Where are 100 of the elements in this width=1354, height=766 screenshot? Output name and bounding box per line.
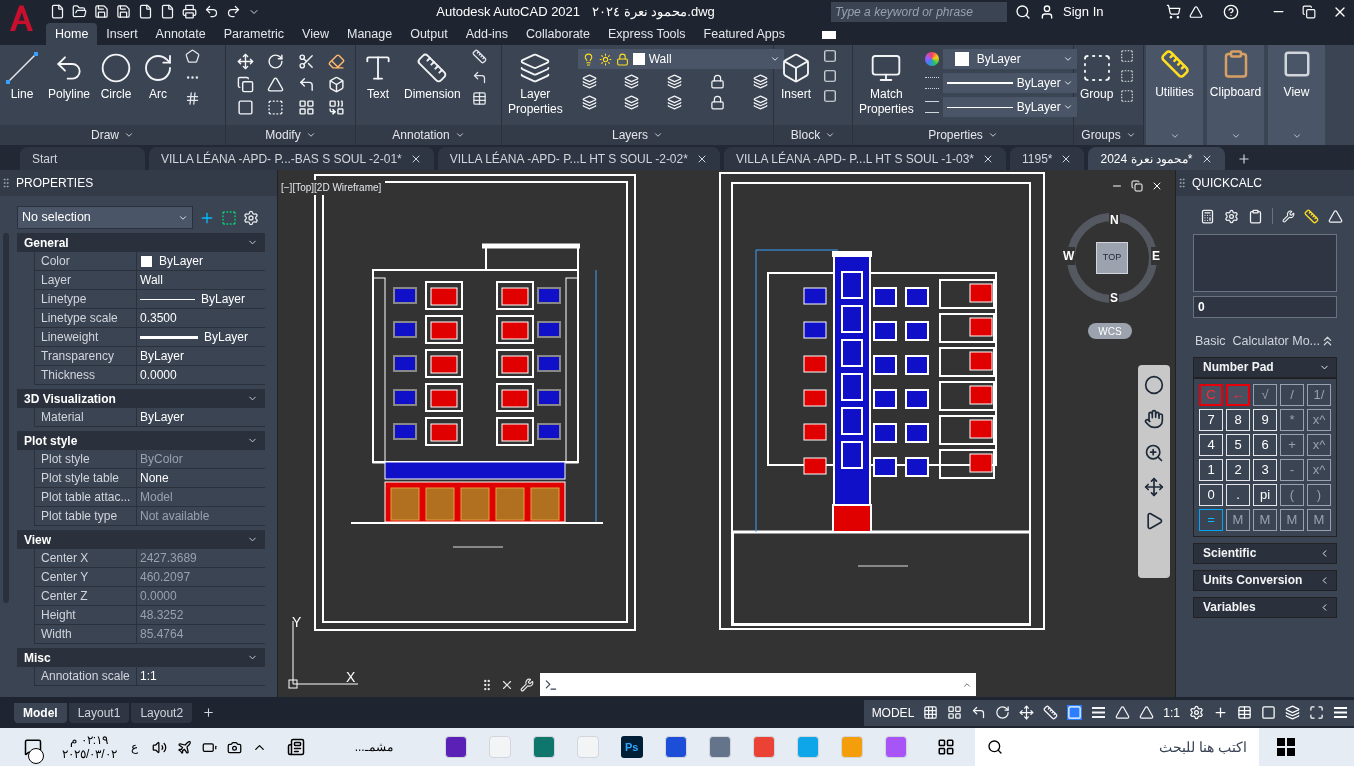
calculator-key[interactable]: + xyxy=(1280,433,1304,456)
panel-toggle-icon[interactable] xyxy=(821,31,836,39)
airplane-icon[interactable] xyxy=(176,739,192,755)
section-header[interactable]: Scientific xyxy=(1193,542,1337,564)
panel-title-button[interactable]: Modify xyxy=(226,125,355,145)
document-tab[interactable]: 1195* xyxy=(1010,147,1085,170)
calculator-key[interactable]: 5 xyxy=(1226,433,1250,456)
trim-icon[interactable] xyxy=(297,53,315,70)
linear-dimension-icon[interactable] xyxy=(471,49,487,64)
table-icon[interactable] xyxy=(471,91,487,106)
calculator-key[interactable]: x^ xyxy=(1307,458,1331,481)
property-dropdown[interactable]: ByLayer xyxy=(942,73,1077,93)
calculator-key[interactable]: 1/ xyxy=(1307,383,1331,406)
ribbon-tool-button[interactable]: Text xyxy=(359,49,397,102)
ribbon-tool-button[interactable]: Dimension xyxy=(401,49,464,102)
calculator-key[interactable]: 0 xyxy=(1199,483,1223,506)
collapsed-panel-button[interactable]: Clipboard xyxy=(1207,45,1264,145)
input-field[interactable]: 0 xyxy=(1193,296,1337,318)
ribbon-tab[interactable]: Output xyxy=(401,23,457,45)
quick-select-icon[interactable] xyxy=(243,209,259,226)
ribbon-tab[interactable]: Annotate xyxy=(146,23,215,45)
calculator-key[interactable]: x^ xyxy=(1307,408,1331,431)
calculator-key[interactable]: 9 xyxy=(1253,408,1277,431)
new-file-icon[interactable] xyxy=(50,4,65,19)
zoom-icon[interactable] xyxy=(1144,443,1164,463)
document-tab[interactable]: VILLA LÉANA -APD- P...L HT S SOUL -1-03* xyxy=(723,147,1006,170)
redo-icon[interactable] xyxy=(226,4,241,19)
selection-dropdown[interactable]: No selection xyxy=(17,206,193,229)
grid-icon[interactable] xyxy=(923,705,939,720)
ribbon-tab[interactable]: Insert xyxy=(97,23,147,45)
panel-title-button[interactable]: Annotation xyxy=(356,125,501,145)
notification-icon[interactable] xyxy=(24,738,42,756)
fullscreen-icon[interactable] xyxy=(1309,705,1324,720)
taskbar-search-field[interactable]: اكتب هنا للبحث xyxy=(974,728,1259,766)
layer-icon[interactable] xyxy=(581,95,597,110)
section-header[interactable]: Misc xyxy=(17,648,265,667)
panel-title-button[interactable]: Block xyxy=(774,125,852,145)
calculator-key[interactable]: M xyxy=(1226,508,1250,531)
ribbon-tool-button[interactable]: Circle xyxy=(97,49,136,102)
snap-icon[interactable] xyxy=(947,705,963,720)
calculator-key[interactable]: 2 xyxy=(1226,458,1250,481)
calculator-key[interactable]: 4 xyxy=(1199,433,1223,456)
calculator-key[interactable]: ) xyxy=(1307,483,1331,506)
rotate-icon[interactable] xyxy=(267,53,285,70)
section-header[interactable]: General xyxy=(17,233,265,252)
collapsed-panel-button[interactable]: View xyxy=(1268,45,1325,145)
language-indicator[interactable]: ع xyxy=(130,738,138,756)
section-header[interactable]: Variables xyxy=(1193,596,1337,618)
taskbar-window-button[interactable]: مشمـ... xyxy=(312,738,393,756)
settings-icon[interactable] xyxy=(1189,705,1204,720)
print-icon[interactable] xyxy=(182,4,197,19)
calculator-key[interactable]: 6 xyxy=(1253,433,1277,456)
calculator-key[interactable]: M xyxy=(1253,508,1277,531)
select-objects-icon[interactable] xyxy=(221,209,237,226)
layout-tab[interactable]: Layout1 xyxy=(68,702,130,723)
document-tab[interactable]: محمود نعرة 2024* xyxy=(1088,147,1225,170)
hatch-icon[interactable] xyxy=(185,91,201,106)
lock-icon[interactable] xyxy=(710,95,726,110)
calculator-key[interactable]: 1 xyxy=(1199,458,1223,481)
drawing-canvas[interactable]: [−][Top][2D Wireframe] N W TOP E S WCS Y X xyxy=(278,170,1175,697)
plus-icon[interactable] xyxy=(1213,705,1228,720)
ribbon-tab[interactable]: Manage xyxy=(337,23,402,45)
panel-title-button[interactable]: Layers xyxy=(502,125,773,145)
start-icon[interactable] xyxy=(1276,738,1295,756)
viewcube-face[interactable]: TOP xyxy=(1096,242,1128,274)
calculator-key[interactable]: M xyxy=(1307,508,1331,531)
save-as-icon[interactable] xyxy=(116,4,131,19)
layer-icon[interactable] xyxy=(752,95,768,110)
calculator-key[interactable]: . xyxy=(1226,483,1250,506)
distance-icon[interactable] xyxy=(1304,208,1319,224)
restore-icon[interactable] xyxy=(1302,4,1316,19)
help-icon[interactable] xyxy=(1223,3,1239,20)
calculator-key[interactable]: - xyxy=(1280,458,1304,481)
layers-icon[interactable] xyxy=(1285,705,1300,720)
collapsed-panel-button[interactable]: Utilities xyxy=(1146,45,1203,145)
model-space-button[interactable]: MODEL xyxy=(871,703,915,722)
viewport-label[interactable]: [−][Top][2D Wireframe] xyxy=(281,180,386,195)
add-layout-icon[interactable] xyxy=(202,706,216,719)
section-header[interactable]: Plot style xyxy=(17,431,265,450)
lock-icon[interactable] xyxy=(710,74,726,89)
array-icon[interactable] xyxy=(297,99,315,116)
ribbon-tab[interactable]: Featured Apps xyxy=(694,23,794,45)
ribbon-tab[interactable]: Parametric xyxy=(214,23,294,45)
layer-icon[interactable] xyxy=(624,74,640,89)
layer-icon[interactable] xyxy=(667,74,683,89)
document-tab[interactable]: Start xyxy=(20,147,145,170)
layer-icon[interactable] xyxy=(667,95,683,110)
calculator-key[interactable]: √ xyxy=(1253,383,1277,406)
polygon-icon[interactable] xyxy=(185,49,201,64)
calculator-key[interactable]: 8 xyxy=(1226,408,1250,431)
document-tab[interactable]: VILLA LÉANA -APD- P...L HT S SOUL -2-02* xyxy=(437,147,720,170)
section-header[interactable]: 3D Visualization xyxy=(17,389,265,408)
calculator-key[interactable]: ( xyxy=(1280,483,1304,506)
menu-icon[interactable] xyxy=(1333,705,1348,720)
restore-icon[interactable] xyxy=(1131,180,1143,192)
calculator-key[interactable]: * xyxy=(1280,408,1304,431)
calculator-key[interactable]: M xyxy=(1280,508,1304,531)
ribbon-tab[interactable]: Express Tools xyxy=(599,23,695,45)
ribbon-tab[interactable]: Add-ins xyxy=(456,23,518,45)
layer-dropdown[interactable]: Wall xyxy=(577,49,784,69)
